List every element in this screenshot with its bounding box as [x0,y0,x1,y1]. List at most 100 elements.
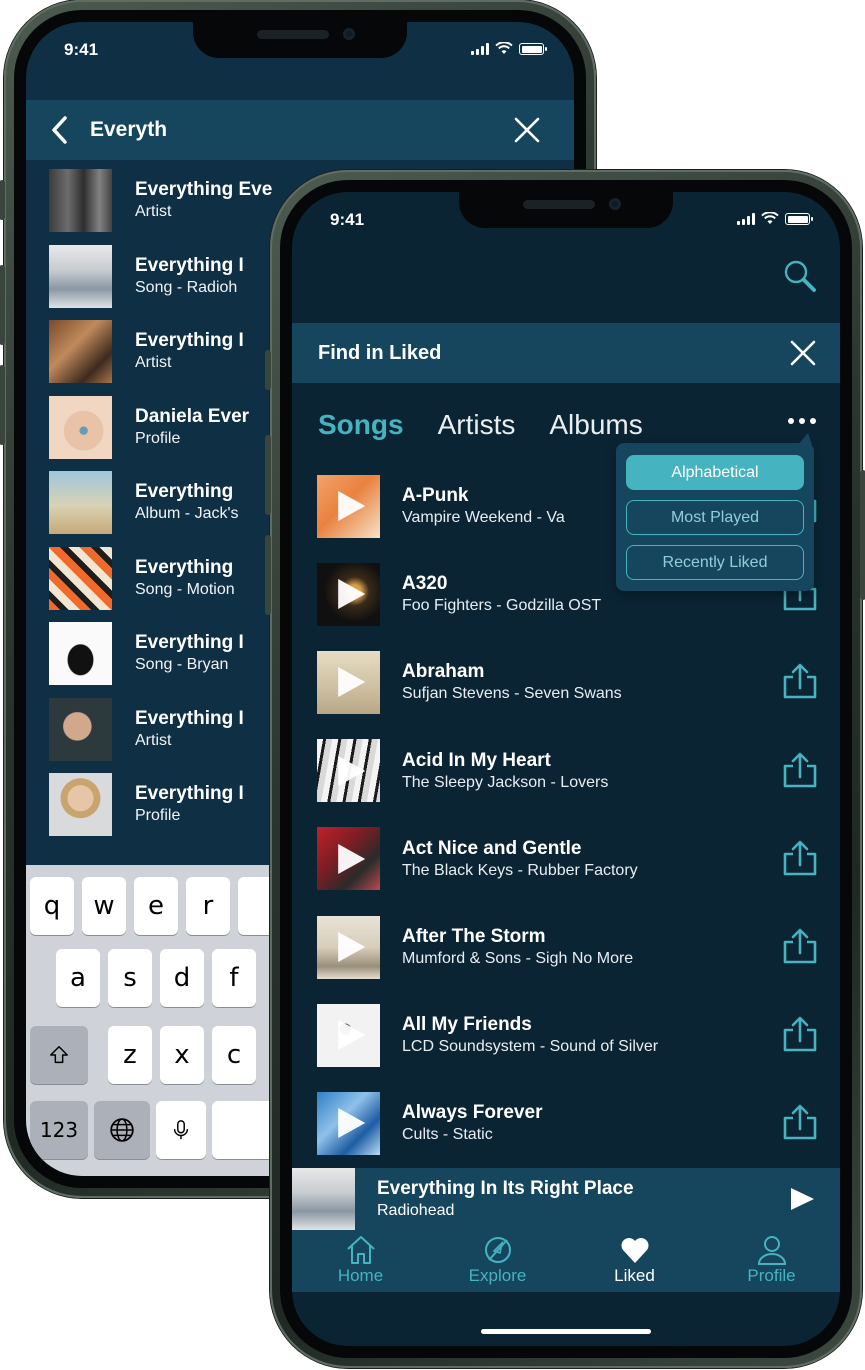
share-icon[interactable] [782,1103,818,1141]
result-title: Everything I [135,707,244,729]
album-art [317,739,380,803]
result-title: Everything I [135,254,244,276]
share-icon[interactable] [782,1015,818,1053]
tab-home[interactable]: Home [292,1230,429,1292]
song-row[interactable]: Act Nice and Gentle The Black Keys - Rubb… [292,815,840,903]
tab-songs[interactable]: Songs [318,409,404,441]
volume-down-button [0,365,5,445]
dictation-key[interactable] [156,1101,206,1159]
home-indicator[interactable] [481,1329,651,1334]
key-z[interactable]: z [108,1026,152,1084]
play-icon[interactable] [337,1108,365,1139]
result-title: Everything I [135,632,244,654]
back-chevron-icon[interactable] [48,115,72,145]
album-art [49,546,112,610]
sort-most-played-button[interactable]: Most Played [626,500,804,535]
song-subtitle: LCD Soundsystem - Sound of Silver [402,1038,659,1056]
album-art [317,650,380,714]
song-subtitle: Mumford & Sons - Sigh No More [402,950,634,968]
category-tabs: Songs Artists Albums [318,405,840,445]
album-art [49,471,112,535]
play-icon[interactable] [337,491,365,522]
share-icon[interactable] [782,839,818,877]
globe-key[interactable] [94,1101,150,1159]
play-icon[interactable] [337,843,365,874]
wifi-icon [495,42,513,54]
profile-image [49,773,112,837]
result-title: Daniela Ever [135,405,250,427]
numbers-key[interactable]: 123 [30,1101,88,1159]
result-subtitle: Profile [135,429,181,447]
shift-key[interactable] [30,1026,88,1084]
play-icon[interactable] [337,932,365,963]
album-art [49,244,112,308]
tab-explore[interactable]: Explore [429,1230,566,1292]
result-subtitle: Profile [135,807,181,825]
share-icon[interactable] [782,927,818,965]
song-title: After The Storm [402,926,546,948]
album-art [292,1168,355,1230]
song-subtitle: The Sleepy Jackson - Lovers [402,773,609,791]
tab-albums[interactable]: Albums [549,409,642,441]
tab-label: Home [337,1266,384,1285]
tab-artists[interactable]: Artists [438,409,516,441]
more-options-icon[interactable] [788,418,816,424]
song-row[interactable]: All My Friends LCD Soundsystem - Sound of… [292,991,840,1079]
album-art [317,474,380,538]
compass-icon [484,1237,511,1263]
play-icon[interactable] [337,755,365,786]
key-q[interactable]: q [30,877,74,935]
song-title: Always Forever [402,1102,543,1124]
key-f[interactable]: f [212,949,256,1007]
clear-search-icon[interactable] [514,117,540,143]
search-query[interactable]: Everyth [90,118,167,142]
tab-bar: Home Explore Liked Profile [292,1230,840,1292]
shift-icon [50,1046,68,1064]
song-row[interactable]: After The Storm Mumford & Sons - Sigh No … [292,903,840,991]
microphone-icon [173,1120,189,1140]
result-title: Everything I [135,783,244,805]
key-w[interactable]: w [82,877,126,935]
profile-image [49,395,112,459]
battery-icon [785,213,813,225]
key-d[interactable]: d [160,949,204,1007]
person-icon [757,1236,786,1265]
album-art [317,915,380,979]
play-icon[interactable] [337,579,365,610]
song-row[interactable]: Always Forever Cults - Static [292,1079,840,1167]
tab-liked[interactable]: Liked [566,1230,703,1292]
result-title: Everything [135,481,234,503]
mute-switch [265,350,271,390]
close-icon[interactable] [790,340,816,366]
key-e[interactable]: e [134,877,178,935]
song-row[interactable]: Abraham Sufjan Stevens - Seven Swans [292,638,840,726]
album-art [49,622,112,686]
tab-profile[interactable]: Profile [703,1230,840,1292]
volume-down-button [265,535,271,615]
play-icon[interactable] [791,1188,814,1210]
key-c[interactable]: c [212,1026,256,1084]
tab-label: Liked [614,1266,655,1285]
result-subtitle: Album - Jack's [135,505,239,523]
result-subtitle: Song - Motion [135,580,235,598]
album-art [317,1003,380,1067]
artist-image [49,320,112,384]
song-row[interactable]: Acid In My Heart The Sleepy Jackson - Lov… [292,727,840,815]
key-x[interactable]: x [160,1026,204,1084]
key-r[interactable]: r [186,877,230,935]
key-s[interactable]: s [108,949,152,1007]
play-icon[interactable] [337,667,365,698]
share-icon[interactable] [782,662,818,700]
sort-alphabetical-button[interactable]: Alphabetical [626,455,804,490]
album-art [317,827,380,891]
key-a[interactable]: a [56,949,100,1007]
result-subtitle: Artist [135,354,172,372]
play-icon[interactable] [337,1020,365,1051]
song-title: All My Friends [402,1014,532,1036]
share-icon[interactable] [782,751,818,789]
sort-recently-liked-button[interactable]: Recently Liked [626,545,804,580]
find-bar: Find in Liked [292,323,840,383]
search-icon[interactable] [782,258,818,294]
artist-image [49,697,112,761]
now-playing-bar[interactable]: Everything In Its Right Place Radiohead [292,1168,840,1230]
